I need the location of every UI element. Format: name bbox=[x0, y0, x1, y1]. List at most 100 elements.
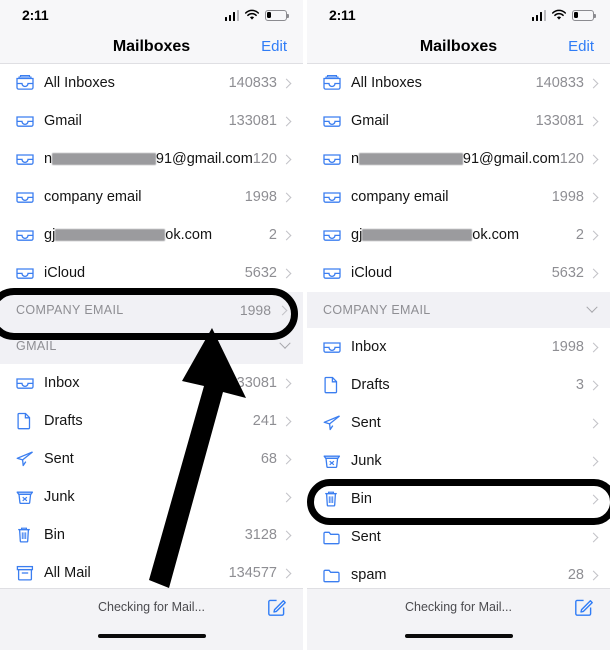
inbox-tray-icon bbox=[14, 150, 44, 168]
list-item-count: 3128 bbox=[244, 527, 277, 543]
bottom-toolbar: Checking for Mail... bbox=[307, 588, 610, 650]
list-item-redacted-outlook-address[interactable]: gj ok.com 2 bbox=[0, 216, 303, 254]
list-item-count: 120 bbox=[252, 151, 277, 167]
list-item-drafts[interactable]: Drafts 3 bbox=[307, 366, 610, 404]
chevron-right-icon bbox=[588, 230, 599, 240]
list-item-redacted-outlook-address[interactable]: gj ok.com 2 bbox=[307, 216, 610, 254]
list-item-gmail[interactable]: Gmail 133081 bbox=[0, 102, 303, 140]
chevron-right-icon bbox=[281, 78, 292, 88]
compose-pencil-icon[interactable] bbox=[266, 597, 287, 618]
junk-basket-icon bbox=[14, 487, 44, 507]
list-item-gmail[interactable]: Gmail 133081 bbox=[307, 102, 610, 140]
list-item-inbox[interactable]: Inbox 1998 bbox=[307, 328, 610, 366]
chevron-right-icon bbox=[281, 568, 292, 578]
wifi-icon bbox=[551, 9, 567, 20]
list-item-label: iCloud bbox=[351, 265, 393, 281]
bottom-toolbar: Checking for Mail... bbox=[0, 588, 303, 650]
list-item-label: All Inboxes bbox=[351, 75, 422, 91]
list-item-all-inboxes[interactable]: All Inboxes 140833 bbox=[0, 64, 303, 102]
list-item-count: 28 bbox=[567, 567, 584, 583]
section-title: COMPANY EMAIL bbox=[323, 303, 431, 317]
status-bar: 2:11 bbox=[307, 0, 610, 30]
label-suffix: ok.com bbox=[472, 227, 520, 243]
edit-button[interactable]: Edit bbox=[568, 38, 594, 55]
label-prefix: n bbox=[44, 151, 53, 167]
drafts-page-icon bbox=[321, 375, 351, 395]
inbox-tray-icon bbox=[14, 374, 44, 392]
right-phone-screen: 2:11 Mailboxes Edit All Inboxes 140833 G… bbox=[307, 0, 610, 650]
inbox-tray-icon bbox=[14, 188, 44, 206]
archive-box-icon bbox=[14, 563, 44, 583]
label-prefix: gj bbox=[351, 227, 363, 243]
chevron-right-icon bbox=[588, 78, 599, 88]
list-item-label: All Mail bbox=[44, 565, 91, 581]
inbox-tray-icon bbox=[321, 226, 351, 244]
page-title: Mailboxes bbox=[112, 37, 191, 55]
compose-pencil-icon[interactable] bbox=[573, 597, 594, 618]
chevron-right-icon bbox=[588, 154, 599, 164]
list-item-inbox[interactable]: Inbox 133081 bbox=[0, 364, 303, 402]
chevron-right-icon bbox=[588, 570, 599, 580]
list-item-sent[interactable]: Sent 68 bbox=[0, 440, 303, 478]
list-item-label: gj ok.com bbox=[351, 227, 576, 243]
chevron-right-icon bbox=[281, 530, 292, 540]
section-title: GMAIL bbox=[16, 339, 57, 353]
list-item-icloud[interactable]: iCloud 5632 bbox=[307, 254, 610, 292]
list-item-drafts[interactable]: Drafts 241 bbox=[0, 402, 303, 440]
list-item-label: Inbox bbox=[351, 339, 387, 355]
status-icons bbox=[224, 9, 289, 21]
junk-basket-icon bbox=[321, 451, 351, 471]
list-item-redacted-gmail-address[interactable]: n 91@gmail.com 120 bbox=[307, 140, 610, 178]
list-item-label: Sent bbox=[351, 529, 381, 545]
section-header-company-email[interactable]: COMPANY EMAIL bbox=[307, 292, 610, 328]
list-item-count: 133081 bbox=[228, 375, 277, 391]
list-item-all-inboxes[interactable]: All Inboxes 140833 bbox=[307, 64, 610, 102]
section-count: 1998 bbox=[239, 302, 271, 318]
list-item-label: Sent bbox=[351, 415, 381, 431]
sent-paperplane-icon bbox=[14, 449, 44, 469]
list-item-count: 1998 bbox=[244, 189, 277, 205]
chevron-right-icon bbox=[281, 492, 292, 502]
inbox-tray-icon bbox=[14, 112, 44, 130]
mailbox-list-right: All Inboxes 140833 Gmail 133081 n 91@gma… bbox=[307, 64, 610, 594]
list-item-bin[interactable]: Bin 3128 bbox=[0, 516, 303, 554]
all-inboxes-tray-icon bbox=[14, 73, 44, 93]
drafts-page-icon bbox=[14, 411, 44, 431]
list-item-junk[interactable]: Junk bbox=[307, 442, 610, 480]
list-item-label: n 91@gmail.com bbox=[44, 151, 253, 167]
list-item-junk[interactable]: Junk bbox=[0, 478, 303, 516]
home-indicator bbox=[97, 633, 206, 638]
list-item-label: n 91@gmail.com bbox=[351, 151, 560, 167]
list-item-icloud[interactable]: iCloud 5632 bbox=[0, 254, 303, 292]
list-item-label: spam bbox=[351, 567, 387, 583]
list-item-redacted-gmail-address[interactable]: n 91@gmail.com 120 bbox=[0, 140, 303, 178]
sent-paperplane-icon bbox=[321, 413, 351, 433]
nav-bar: Mailboxes Edit bbox=[0, 30, 303, 64]
list-item-label: Gmail bbox=[351, 113, 389, 129]
label-suffix: 91@gmail.com bbox=[155, 151, 253, 167]
section-header-gmail[interactable]: GMAIL bbox=[0, 328, 303, 364]
list-item-sent-folder[interactable]: Sent bbox=[307, 518, 610, 556]
trash-bin-icon bbox=[14, 525, 44, 545]
redaction-bar bbox=[362, 229, 473, 241]
label-suffix: 91@gmail.com bbox=[462, 151, 560, 167]
chevron-right-icon bbox=[281, 154, 292, 164]
chevron-right-icon bbox=[281, 268, 292, 278]
list-item-company-email[interactable]: company email 1998 bbox=[0, 178, 303, 216]
list-item-all-mail[interactable]: All Mail 134577 bbox=[0, 554, 303, 592]
chevron-right-icon bbox=[281, 230, 292, 240]
chevron-right-icon bbox=[588, 532, 599, 542]
inbox-tray-icon bbox=[321, 112, 351, 130]
list-item-bin[interactable]: Bin bbox=[307, 480, 610, 518]
chevron-right-icon bbox=[281, 192, 292, 202]
cellular-signal-icon bbox=[531, 9, 546, 21]
list-item-label: Bin bbox=[351, 491, 372, 507]
chevron-down-icon bbox=[279, 337, 291, 349]
section-header-company-email[interactable]: COMPANY EMAIL 1998 bbox=[0, 292, 303, 328]
edit-button[interactable]: Edit bbox=[261, 38, 287, 55]
chevron-down-icon bbox=[586, 301, 598, 313]
trash-bin-icon bbox=[321, 489, 351, 509]
list-item-count: 68 bbox=[260, 451, 277, 467]
list-item-company-email[interactable]: company email 1998 bbox=[307, 178, 610, 216]
list-item-sent[interactable]: Sent bbox=[307, 404, 610, 442]
